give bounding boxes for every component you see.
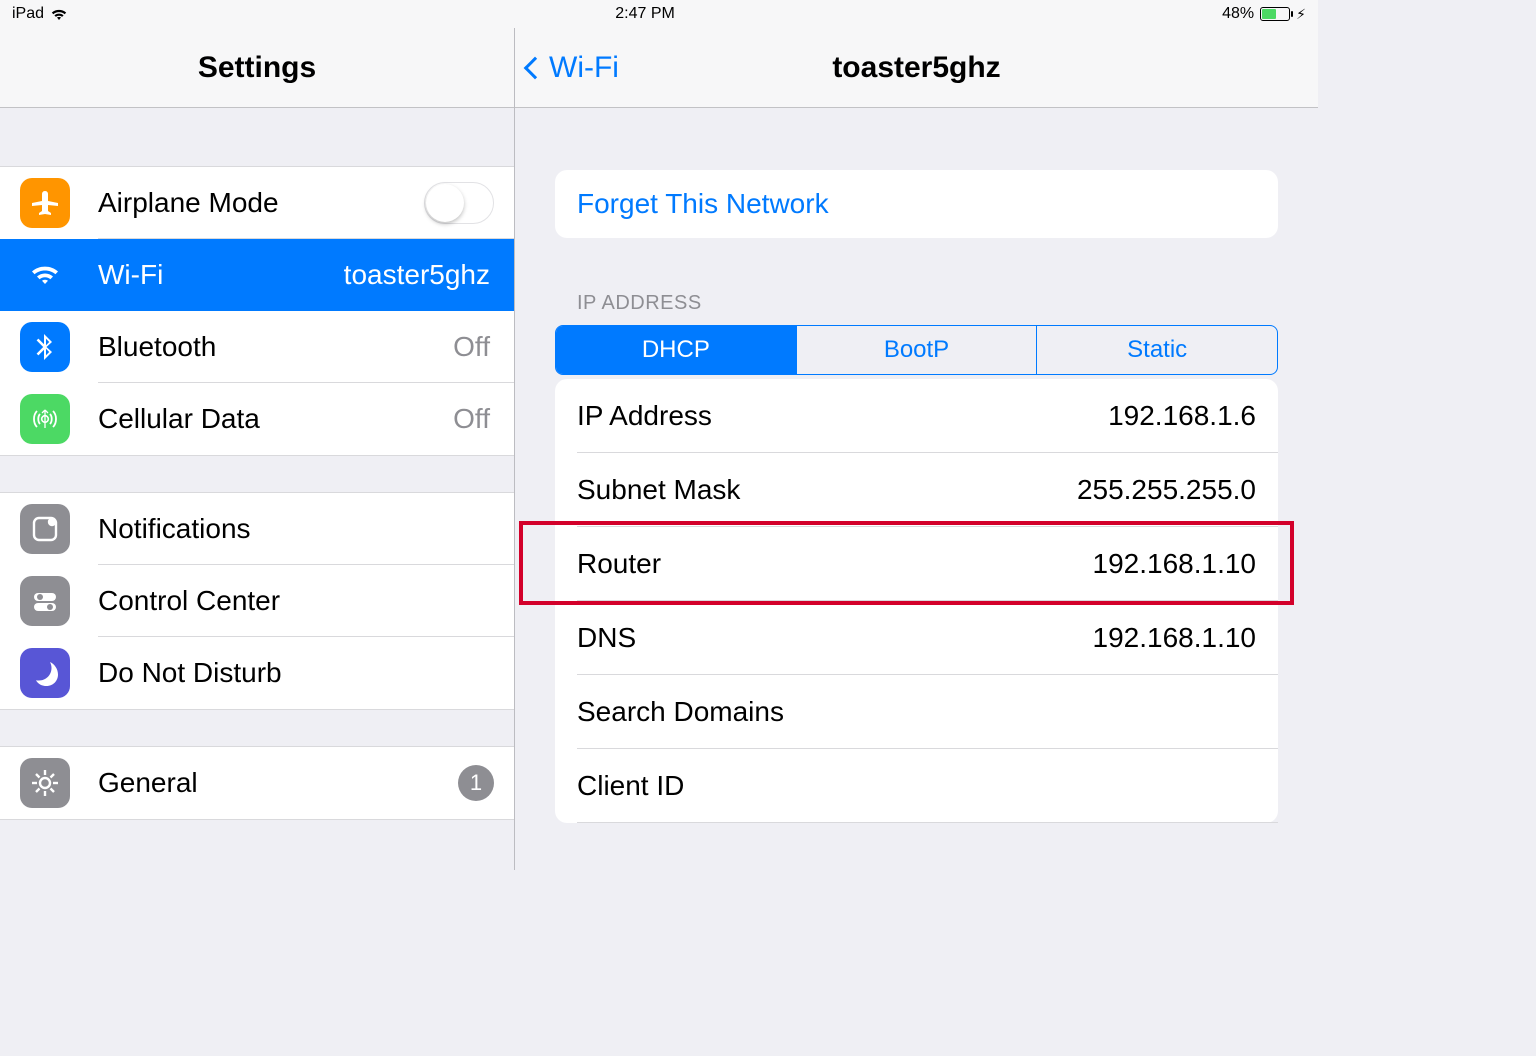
detail-row-label: Client ID [577,770,684,802]
sidebar-item-value: Off [453,403,494,435]
ip-address-section-label: IP ADDRESS [577,292,1278,315]
detail-row-value: 192.168.1.6 [1108,400,1256,432]
detail-row-label: IP Address [577,400,712,432]
sidebar-item-label: General [98,767,458,799]
sidebar-item-dnd[interactable]: Do Not Disturb [0,637,514,709]
settings-sidebar: Settings Airplane ModeWi-Fitoaster5ghzBl… [0,28,515,870]
notifications-icon [20,504,70,554]
detail-row-search-domains[interactable]: Search Domains [555,675,1278,749]
sidebar-item-label: Control Center [98,585,494,617]
charging-icon: ⚡︎ [1296,6,1306,23]
battery-percent: 48% [1222,5,1254,23]
forget-network-card: Forget This Network [555,170,1278,238]
detail-row-subnet-mask[interactable]: Subnet Mask 255.255.255.0 [555,453,1278,527]
sidebar-item-label: Cellular Data [98,403,453,435]
sidebar-item-badge: 1 [458,765,494,801]
battery-icon [1260,7,1290,21]
sidebar-item-cellular[interactable]: Cellular DataOff [0,383,514,455]
segment-bootp[interactable]: BootP [796,326,1037,374]
sidebar-item-controlcenter[interactable]: Control Center [0,565,514,637]
detail-row-router[interactable]: Router 192.168.1.10 [555,527,1278,601]
segment-dhcp[interactable]: DHCP [556,326,796,374]
detail-row-dns[interactable]: DNS 192.168.1.10 [555,601,1278,675]
controlcenter-icon [20,576,70,626]
detail-row-label: DNS [577,622,636,654]
sidebar-title: Settings [198,51,316,85]
back-button[interactable]: Wi-Fi [527,51,619,85]
sidebar-item-label: Do Not Disturb [98,657,494,689]
chevron-left-icon [524,56,547,79]
sidebar-item-bluetooth[interactable]: BluetoothOff [0,311,514,383]
detail-row-value: 192.168.1.10 [1093,622,1257,654]
sidebar-item-value: toaster5ghz [344,259,494,291]
detail-pane: Wi-Fi toaster5ghz Forget This Network IP… [515,28,1318,870]
sidebar-group: General1 [0,746,514,820]
sidebar-item-label: Bluetooth [98,331,453,363]
status-bar: iPad 2:47 PM 48% ⚡︎ [0,0,1318,28]
detail-row-ip-address[interactable]: IP Address 192.168.1.6 [555,379,1278,453]
device-label: iPad [12,5,44,23]
sidebar-item-label: Wi-Fi [98,259,344,291]
detail-row-label: Router [577,548,661,580]
cellular-icon [20,394,70,444]
wifi-icon [20,250,70,300]
status-time: 2:47 PM [615,5,675,23]
bluetooth-icon [20,322,70,372]
ip-address-card: DHCPBootPStatic IP Address 192.168.1.6 Sub… [555,325,1278,823]
detail-row-value: 255.255.255.0 [1077,474,1256,506]
forget-network-button[interactable]: Forget This Network [555,170,1278,238]
back-label: Wi-Fi [549,51,619,85]
detail-row-client-id[interactable]: Client ID [555,749,1278,823]
sidebar-header: Settings [0,28,514,108]
ip-mode-segmented-control[interactable]: DHCPBootPStatic [555,325,1278,375]
sidebar-item-airplane[interactable]: Airplane Mode [0,167,514,239]
sidebar-item-wifi[interactable]: Wi-Fitoaster5ghz [0,239,514,311]
sidebar-group: Airplane ModeWi-Fitoaster5ghzBluetoothOf… [0,166,514,456]
sidebar-item-notifications[interactable]: Notifications [0,493,514,565]
segment-static[interactable]: Static [1036,326,1277,374]
sidebar-item-value: Off [453,331,494,363]
sidebar-item-general[interactable]: General1 [0,747,514,819]
detail-row-label: Search Domains [577,696,784,728]
detail-title: toaster5ghz [832,51,1000,85]
sidebar-item-label: Airplane Mode [98,187,424,219]
airplane-icon [20,178,70,228]
sidebar-group: Notifications Control Center Do Not Distur… [0,492,514,710]
detail-header: Wi-Fi toaster5ghz [515,28,1318,108]
ip-detail-list: IP Address 192.168.1.6 Subnet Mask 255.255.… [555,379,1278,823]
detail-row-value: 192.168.1.10 [1093,548,1257,580]
detail-row-label: Subnet Mask [577,474,740,506]
general-icon [20,758,70,808]
sidebar-item-label: Notifications [98,513,494,545]
airplane-mode-switch[interactable] [424,182,494,224]
dnd-icon [20,648,70,698]
wifi-status-icon [50,7,68,21]
